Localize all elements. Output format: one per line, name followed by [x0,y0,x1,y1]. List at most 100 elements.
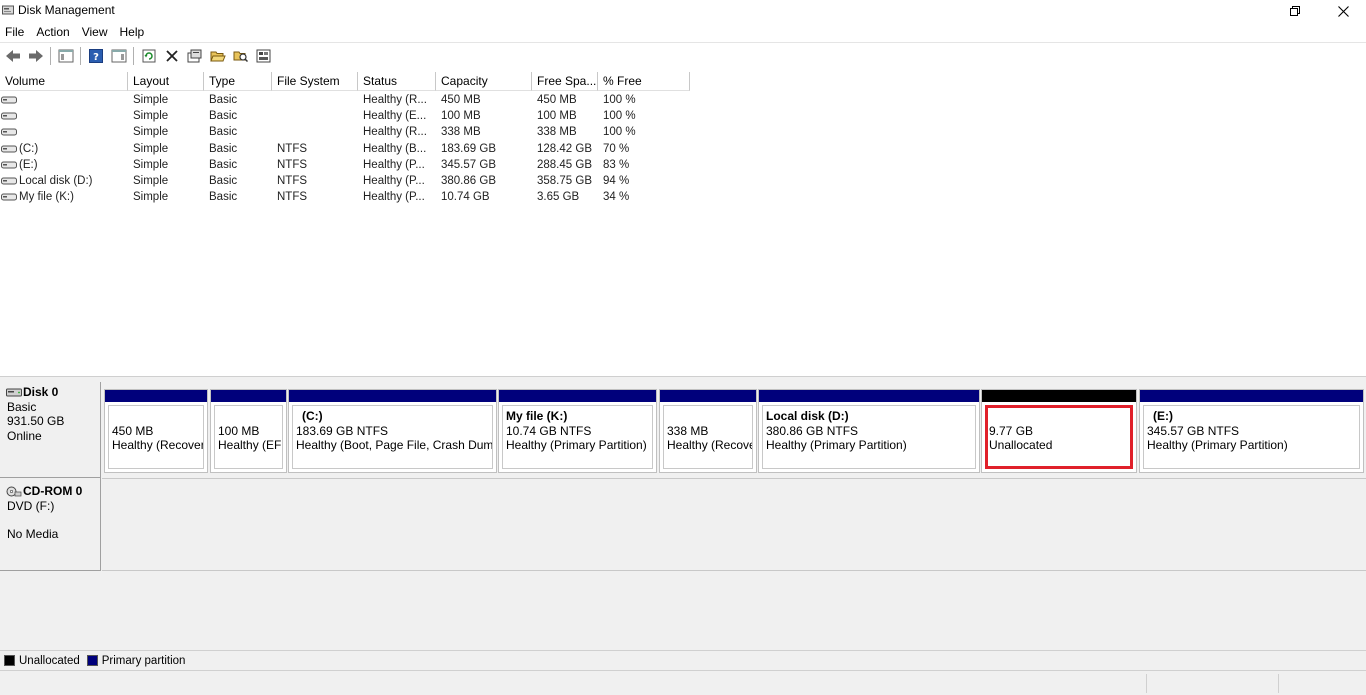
menu-help[interactable]: Help [114,22,151,42]
cell-type: Basic [209,158,238,171]
volume-icon [1,161,17,169]
cell-capacity: 345.57 GB [441,158,496,171]
console-tree-icon [58,49,73,63]
partition-color-bar [759,390,979,402]
column-header-type[interactable]: Type [204,72,272,91]
cell-file-system: NTFS [277,142,308,155]
restore-icon [1289,5,1300,16]
open-button[interactable] [207,46,228,67]
partition[interactable]: 100 MB Healthy (EFI [210,389,287,473]
volume-row[interactable]: Simple Basic Healthy (E... 100 MB 100 MB 100 … [0,108,690,124]
highlighted-partition-box: 9.77 GB Unallocated [985,405,1133,469]
volume-icon [1,112,17,120]
partition-size: 345.57 GB NTFS [1147,423,1240,438]
partition-color-bar [211,390,286,402]
menu-action[interactable]: Action [30,22,75,42]
cdrom-0-label[interactable]: CD-ROM 0 DVD (F:) No Media [0,478,101,571]
partition-name: Local disk (D:) [766,409,849,423]
volume-row[interactable]: Simple Basic Healthy (R... 338 MB 338 MB 100 … [0,124,690,140]
explore-button[interactable] [230,46,251,67]
cell-status: Healthy (E... [363,110,427,123]
column-header-percent-free[interactable]: % Free [598,72,690,91]
close-window-button[interactable] [1320,0,1366,22]
partition-size: 338 MB [667,423,709,438]
legend-swatch-primary [86,655,98,666]
status-bar [0,670,1366,695]
properties-button[interactable] [184,46,205,67]
volume-row[interactable]: (E:) Simple Basic NTFS Healthy (P... 345.57 G… [0,157,690,173]
partition[interactable]: (E:) 345.57 GB NTFS Healthy (Primary Parti… [1139,389,1364,473]
partition[interactable]: Local disk (D:) 380.86 GB NTFS Healthy (Pr… [758,389,980,473]
partition-color-bar [289,390,496,402]
close-icon [1337,5,1349,17]
volume-name: Local disk (D:) [19,175,93,188]
partition-color-bar [982,390,1136,402]
cell-free-space: 288.45 GB [537,158,592,171]
volume-icon [1,96,17,104]
column-header-layout[interactable]: Layout [128,72,204,91]
volume-row[interactable]: Simple Basic Healthy (R... 450 MB 450 MB 100 … [0,92,690,108]
legend-label-primary: Primary partition [101,654,186,667]
column-header-status[interactable]: Status [358,72,436,91]
menu-view[interactable]: View [76,22,114,42]
partition-status: Healthy (Primary Partition) [506,438,647,452]
restore-window-button[interactable] [1272,0,1318,22]
cell-file-system: NTFS [277,174,308,187]
toolbar: ? [0,42,1366,69]
partition-status: Healthy (Recove [667,438,753,452]
cell-volume: My file (K:) [0,189,128,205]
cell-file-system [272,124,358,140]
graphical-disk-view: Disk 0 Basic 931.50 GB Online 450 MB Heal… [0,382,1366,650]
delete-icon [165,50,178,62]
cell-capacity: 10.74 GB [441,191,490,204]
volume-row[interactable]: My file (K:) Simple Basic NTFS Healthy (P...… [0,189,690,205]
cdrom-icon [6,486,22,497]
legend-label-unallocated: Unallocated [19,654,80,667]
volume-list: Volume Layout Type File System Status Ca… [0,72,1366,376]
volume-name: (C:) [19,142,39,155]
rescan-disks-button[interactable] [253,46,274,67]
help-button[interactable]: ? [85,46,106,67]
delete-button[interactable] [161,46,182,67]
forward-button[interactable] [25,46,46,67]
partition-box: Local disk (D:) 380.86 GB NTFS Healthy (Pr… [762,405,976,469]
cell-volume [0,92,128,108]
partition-name [218,409,282,424]
disk-0-label[interactable]: Disk 0 Basic 931.50 GB Online [0,382,101,478]
partition-size: 183.69 GB NTFS [296,423,389,438]
cdrom-0-media: No Media [7,527,59,541]
volume-row[interactable]: Local disk (D:) Simple Basic NTFS Healthy (P… [0,173,690,189]
cell-capacity: 380.86 GB [441,174,496,187]
column-header-free-space[interactable]: Free Spa... [532,72,598,91]
refresh-button[interactable] [138,46,159,67]
show-hide-action-pane-button[interactable] [108,46,129,67]
partition-status: Healthy (Primary Partition) [1147,438,1288,452]
back-icon [5,50,20,62]
partition[interactable]: My file (K:) 10.74 GB NTFS Healthy (Primar… [498,389,657,473]
partition-size: 10.74 GB NTFS [506,423,592,438]
partition-status: Unallocated [989,438,1053,452]
partition-name [112,409,203,424]
volume-row[interactable]: (C:) Simple Basic NTFS Healthy (B... 183.69 G… [0,141,690,157]
partition[interactable]: (C:) 183.69 GB NTFS Healthy (Boot, Page Fi… [288,389,497,473]
forward-icon [28,50,43,62]
back-button[interactable] [2,46,23,67]
show-hide-console-tree-button[interactable] [55,46,76,67]
partition[interactable]: 450 MB Healthy (Recover [104,389,208,473]
partition-unallocated[interactable]: 9.77 GB Unallocated [981,389,1137,473]
disk-0-status: Online [7,428,42,443]
volume-icon [1,128,17,136]
column-header-file-system[interactable]: File System [272,72,358,91]
cell-percent-free: 34 % [603,191,630,204]
toolbar-separator [133,47,134,65]
cdrom-0-area[interactable] [102,478,1366,571]
partition-name: (E:) [1153,409,1173,423]
partition-color-bar [499,390,656,402]
cell-file-system: NTFS [277,158,308,171]
menu-file[interactable]: File [0,22,30,42]
column-header-capacity[interactable]: Capacity [436,72,532,91]
cell-volume: Local disk (D:) [0,173,128,189]
column-header-volume[interactable]: Volume [0,72,128,91]
cell-free-space: 450 MB [537,94,577,106]
partition[interactable]: 338 MB Healthy (Recove [659,389,757,473]
